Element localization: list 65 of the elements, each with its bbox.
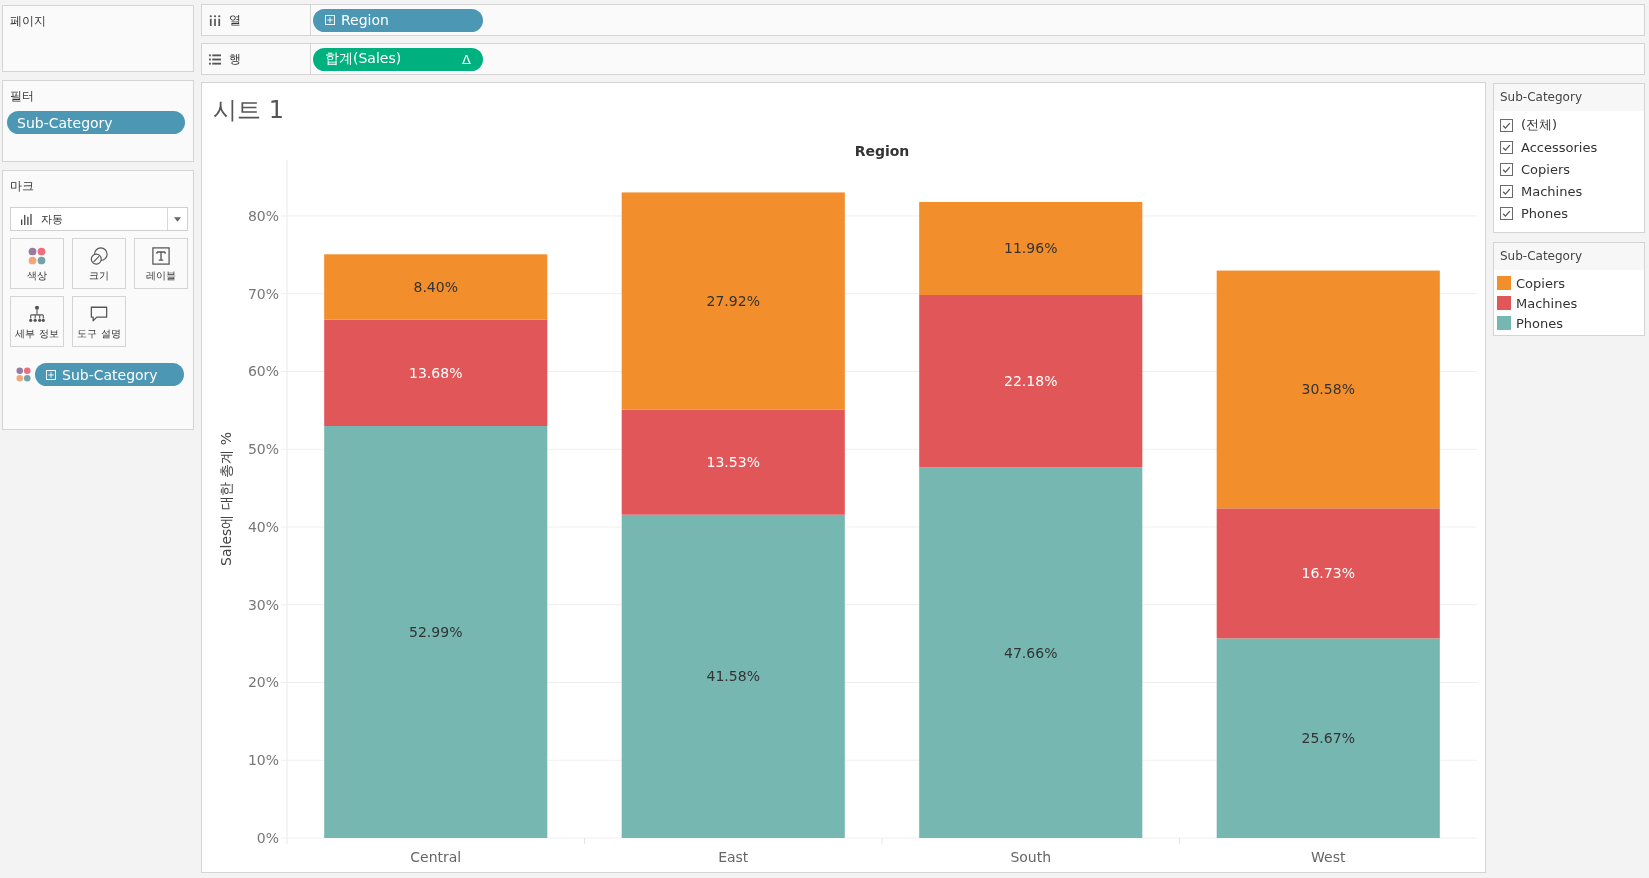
filter-item-label[interactable]: Machines bbox=[1521, 183, 1583, 199]
legend-item-label: Phones bbox=[1516, 315, 1564, 331]
axis-tick-label: 10% bbox=[247, 752, 279, 769]
data-label: 8.40% bbox=[413, 278, 458, 295]
column-header: Region bbox=[854, 143, 910, 159]
mark-type-dropdown[interactable]: 자동 bbox=[10, 207, 188, 231]
data-label: 41.58% bbox=[706, 668, 760, 685]
checkbox[interactable] bbox=[1500, 118, 1513, 132]
bar-chart-icon bbox=[21, 213, 32, 225]
filter-item-label[interactable]: Accessories bbox=[1521, 139, 1598, 155]
axis-tick-label: 50% bbox=[247, 441, 279, 458]
axis-tick-label: 80% bbox=[247, 208, 279, 224]
rows-icon bbox=[209, 53, 221, 65]
delta-symbol: Δ bbox=[462, 51, 471, 67]
data-label: 30.58% bbox=[1301, 381, 1355, 398]
checkbox[interactable] bbox=[1500, 206, 1513, 220]
filter-item-label[interactable]: Phones bbox=[1521, 205, 1569, 221]
shelf-label: 행 bbox=[229, 50, 241, 68]
data-label: 11.96% bbox=[1004, 240, 1058, 257]
axis-tick-label: 70% bbox=[247, 285, 279, 302]
legend-title: Sub-Category bbox=[1494, 84, 1644, 111]
legend-title: Sub-Category bbox=[1494, 243, 1644, 270]
data-label: 27.92% bbox=[706, 292, 760, 309]
axis-tick-label: 40% bbox=[247, 519, 279, 535]
data-label: 13.53% bbox=[706, 454, 760, 471]
checkbox[interactable] bbox=[1500, 184, 1513, 198]
axis-tick-label: 30% bbox=[247, 596, 279, 613]
mark-property-button[interactable]: 레이블 bbox=[134, 238, 188, 289]
axis-tick-label: 20% bbox=[247, 674, 279, 691]
checkbox[interactable] bbox=[1500, 140, 1513, 154]
category-label: West bbox=[1311, 849, 1346, 865]
data-label: 22.18% bbox=[1004, 373, 1058, 390]
sheet-title: 시트 1 bbox=[213, 95, 284, 126]
mark-property-button[interactable]: 세부 정보 bbox=[10, 296, 64, 347]
caret-icon bbox=[174, 216, 181, 222]
filter-item-label[interactable]: (전체) bbox=[1521, 116, 1558, 134]
legend-item-label: Copiers bbox=[1516, 275, 1565, 291]
legend-item-label: Machines bbox=[1516, 295, 1578, 311]
four-dots-icon bbox=[28, 247, 46, 265]
category-label: South bbox=[1010, 849, 1052, 865]
shelf-label: 열 bbox=[229, 11, 241, 29]
filter-item-label[interactable]: Copiers bbox=[1521, 161, 1570, 177]
hierarchy-icon bbox=[28, 305, 46, 323]
axis-tick-label: 0% bbox=[256, 830, 279, 846]
data-label: 13.68% bbox=[409, 364, 463, 381]
mark-property-button[interactable]: 색상 bbox=[10, 238, 64, 289]
data-label: 16.73% bbox=[1301, 565, 1355, 582]
data-label: 25.67% bbox=[1301, 730, 1355, 747]
four-dots-icon bbox=[16, 367, 31, 382]
category-label: Central bbox=[410, 849, 462, 865]
speech-bubble-icon bbox=[90, 305, 108, 323]
card-title: 필터 bbox=[9, 89, 34, 103]
mark-property-button[interactable]: 크기 bbox=[72, 238, 126, 289]
card-title: 페이지 bbox=[9, 14, 46, 28]
data-label: 47.66% bbox=[1004, 644, 1058, 661]
axis-tick-label: 60% bbox=[247, 363, 279, 380]
mark-property-button[interactable]: 도구 설명 bbox=[72, 296, 126, 347]
card-title: 마크 bbox=[9, 179, 34, 193]
text-box-icon bbox=[152, 247, 170, 265]
axis-title: Sales에 대한 총계 % bbox=[218, 432, 234, 566]
data-label: 52.99% bbox=[409, 624, 463, 640]
checkbox[interactable] bbox=[1500, 162, 1513, 176]
category-label: East bbox=[718, 849, 749, 865]
columns-icon bbox=[209, 14, 221, 26]
circles-icon bbox=[90, 247, 108, 265]
